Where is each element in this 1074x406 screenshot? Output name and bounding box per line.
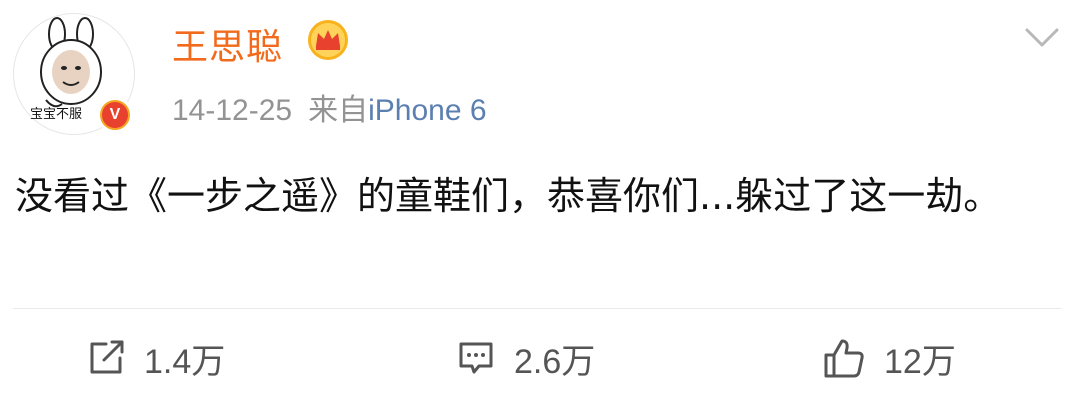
comment-count: 2.6万 (514, 342, 596, 381)
source-device[interactable]: iPhone 6 (368, 94, 486, 127)
crown-icon (308, 20, 348, 60)
repost-count: 1.4万 (144, 342, 226, 381)
verified-badge-icon: V (97, 97, 133, 133)
like-button[interactable]: 12万 (822, 320, 956, 396)
author-name[interactable]: 王思聪 (172, 18, 283, 70)
repost-button[interactable]: 1.4万 (86, 320, 225, 396)
action-bar: 1.4万 2.6万 12万 (0, 320, 1074, 396)
post-text: 没看过《一步之遥》的童鞋们，恭喜你们...躲过了这一劫。 (15, 174, 1002, 218)
comment-icon (459, 342, 493, 374)
post-date: 14-12-25 (172, 94, 293, 127)
comment-button[interactable]: 2.6万 (456, 320, 595, 396)
repost-icon (90, 340, 124, 374)
post-meta: 14-12-25 来自iPhone 6 (172, 85, 487, 129)
divider (13, 308, 1061, 309)
thumbs-up-icon (824, 339, 864, 378)
source-prefix: 来自 (308, 94, 369, 127)
verified-badge-label: V (102, 102, 128, 128)
avatar-caption: 宝宝不服 (30, 107, 83, 122)
chevron-down-icon[interactable] (1024, 26, 1060, 50)
like-count: 12万 (884, 342, 956, 381)
